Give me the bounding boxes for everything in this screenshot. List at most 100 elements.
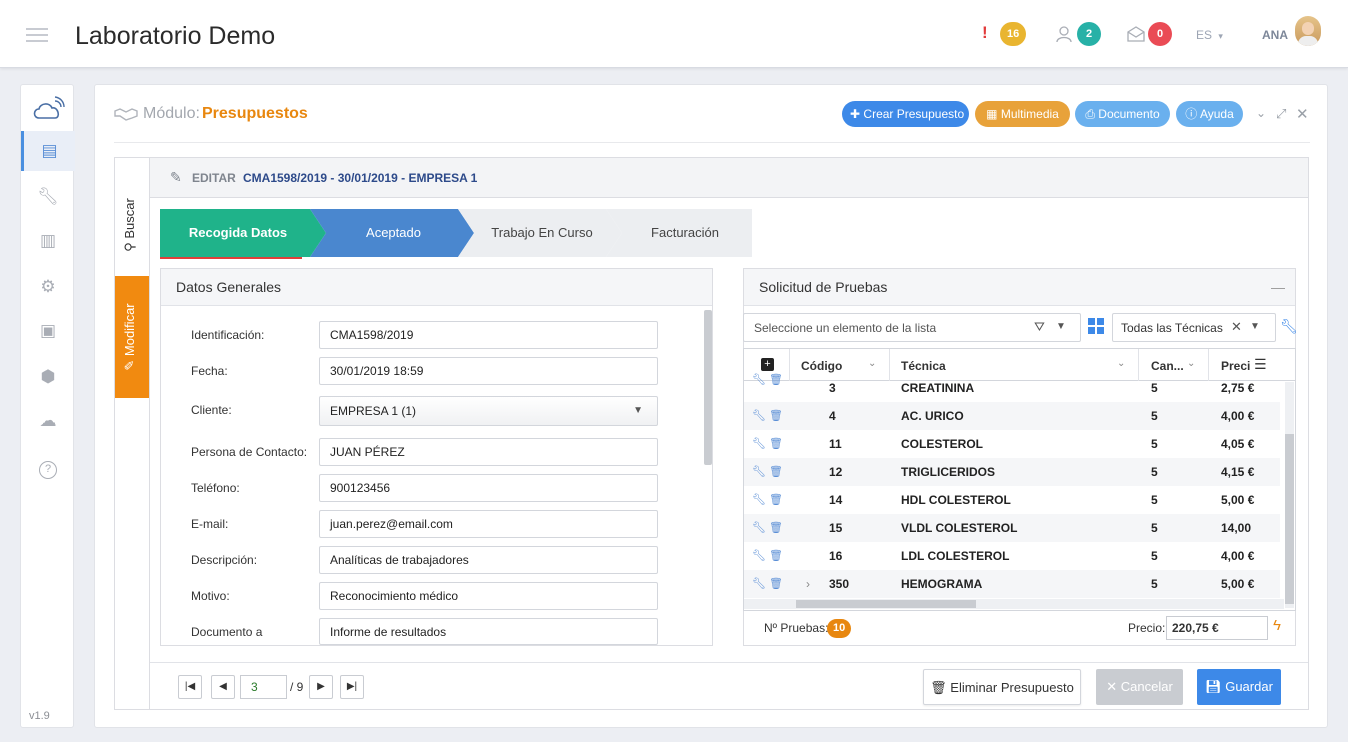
- newspaper-icon[interactable]: ▤: [21, 131, 75, 171]
- phone-field[interactable]: 900123456: [319, 474, 658, 502]
- alert-icon[interactable]: !: [982, 23, 988, 43]
- delete-budget-button[interactable]: 🗑 Eliminar Presupuesto: [923, 669, 1081, 705]
- description-field[interactable]: Analíticas de trabajadores: [319, 546, 658, 574]
- table-scrollbar[interactable]: [1285, 434, 1294, 604]
- bar-chart-icon[interactable]: ▥: [21, 221, 75, 261]
- calendar-check-icon[interactable]: ▣: [21, 311, 75, 351]
- tab-search[interactable]: ⚲ Buscar: [115, 180, 149, 270]
- last-page-button[interactable]: ▶|: [340, 675, 364, 699]
- page-total: / 9: [290, 680, 304, 694]
- identification-field[interactable]: CMA1598/2019: [319, 321, 658, 349]
- expand-icon[interactable]: ⤢: [1276, 106, 1286, 122]
- envelope-open-icon[interactable]: [1126, 25, 1146, 43]
- users-icon[interactable]: [1055, 25, 1075, 43]
- cancel-button[interactable]: ✕ Cancelar: [1096, 669, 1183, 705]
- record-title: CMA1598/2019 - 30/01/2019 - EMPRESA 1: [243, 171, 478, 185]
- column-code[interactable]: Código: [801, 359, 842, 373]
- table-row[interactable]: 🔧︎ 🗑 15 VLDL COLESTEROL 5 14,00: [744, 514, 1280, 542]
- avatar[interactable]: [1295, 16, 1321, 46]
- cube-icon[interactable]: ⬢: [21, 357, 75, 397]
- email-field[interactable]: juan.perez@email.com: [319, 510, 658, 538]
- step-accepted[interactable]: Aceptado: [316, 209, 471, 257]
- expand-row-icon[interactable]: ›: [806, 570, 810, 598]
- scrollbar[interactable]: [704, 310, 712, 465]
- column-price[interactable]: Preci: [1221, 359, 1250, 373]
- panel-title: Solicitud de Pruebas —: [744, 269, 1295, 306]
- cloud-icon[interactable]: [21, 89, 75, 129]
- total-price-field[interactable]: 220,75 €: [1166, 616, 1268, 640]
- row-actions: 🔧︎ 🗑: [752, 374, 783, 386]
- user-name[interactable]: ANA: [1262, 28, 1288, 42]
- field-label: Persona de Contacto:: [191, 445, 308, 459]
- technique-filter[interactable]: Todas las Técnicas ✕ ▼: [1112, 313, 1276, 342]
- step-billing[interactable]: Facturación: [612, 209, 758, 257]
- date-field[interactable]: 30/01/2019 18:59: [319, 357, 658, 385]
- version-label: v1.9: [29, 710, 50, 722]
- table-hscrollbar[interactable]: [796, 600, 976, 608]
- table-row[interactable]: 🔧︎ 🗑 11 COLESTEROL 5 4,05 €: [744, 430, 1280, 458]
- users-badge[interactable]: 2: [1077, 22, 1101, 46]
- create-budget-button[interactable]: ✚ Crear Presupuesto: [842, 101, 969, 127]
- first-page-button[interactable]: |◀: [178, 675, 202, 699]
- contact-person-field[interactable]: JUAN PÉREZ: [319, 438, 658, 466]
- minimize-icon[interactable]: —: [1271, 269, 1285, 306]
- step-collect-data[interactable]: Recogida Datos: [160, 209, 316, 257]
- film-icon: ▦: [986, 107, 998, 121]
- multimedia-button[interactable]: ▦ Multimedia: [975, 101, 1070, 127]
- chevron-down-icon[interactable]: ⌄: [868, 358, 876, 369]
- tab-modify[interactable]: ✎ Modificar: [115, 276, 149, 398]
- table-row[interactable]: 🔧︎ 🗑 › 350 HEMOGRAMA 5 5,00 €: [744, 570, 1280, 598]
- plus-icon: ✚: [850, 107, 861, 121]
- trash-icon: 🗑: [930, 680, 947, 695]
- divider: [114, 142, 1310, 143]
- columns-menu-icon[interactable]: ☰: [1254, 356, 1267, 373]
- language-selector[interactable]: ES ▾: [1196, 28, 1223, 42]
- gear-icon[interactable]: ⚙: [21, 267, 75, 307]
- table-row[interactable]: 🔧︎ 🗑 3 CREATININA 5 2,75 €: [744, 374, 1280, 402]
- table-row[interactable]: 🔧︎ 🗑 14 HDL COLESTEROL 5 5,00 €: [744, 486, 1280, 514]
- close-icon[interactable]: ✕: [1296, 105, 1309, 123]
- table-row[interactable]: 🔧︎ 🗑 16 LDL COLESTEROL 5 4,00 €: [744, 542, 1280, 570]
- sidebar: ▤ 🔧︎ ▥ ⚙ ▣ ⬢ ☁ ?: [20, 84, 75, 728]
- reason-field[interactable]: Reconocimiento médico: [319, 582, 658, 610]
- chevron-down-icon[interactable]: ⌄: [1117, 358, 1125, 369]
- tests-count-label: Nº Pruebas:: [764, 621, 829, 635]
- previous-page-button[interactable]: ◀: [211, 675, 235, 699]
- help-button[interactable]: ⓘ Ayuda: [1176, 101, 1243, 127]
- language-label: ES: [1196, 28, 1213, 42]
- row-actions: 🔧︎ 🗑: [752, 494, 783, 506]
- cloud-solid-icon[interactable]: ☁: [21, 401, 75, 441]
- document-button[interactable]: ⎙ Documento: [1075, 101, 1170, 127]
- test-select[interactable]: Seleccione un elemento de la lista ⛛ ▼: [743, 313, 1081, 342]
- collapse-icon[interactable]: ⌄: [1256, 106, 1266, 120]
- help-circle-icon[interactable]: ?: [21, 447, 75, 487]
- wrench-icon[interactable]: 🔧︎: [1280, 318, 1298, 335]
- table-row[interactable]: 🔧︎ 🗑 12 TRIGLICERIDOS 5 4,15 €: [744, 458, 1280, 486]
- table-row[interactable]: 🔧︎ 🗑 4 AC. URICO 5 4,00 €: [744, 402, 1280, 430]
- caret-down-icon: ▼: [1056, 321, 1066, 332]
- divider: [150, 662, 1308, 663]
- step-in-progress[interactable]: Trabajo En Curso: [466, 209, 618, 257]
- chevron-down-icon[interactable]: ⌄: [1187, 358, 1195, 369]
- messages-badge[interactable]: 0: [1148, 22, 1172, 46]
- column-quantity[interactable]: Can...: [1151, 359, 1184, 373]
- clear-icon[interactable]: ✕: [1231, 319, 1242, 335]
- document-to-field[interactable]: Informe de resultados: [319, 618, 658, 645]
- column-technique[interactable]: Técnica: [901, 359, 946, 373]
- page-input[interactable]: 3: [240, 675, 287, 699]
- next-page-button[interactable]: ▶: [309, 675, 333, 699]
- alerts-badge[interactable]: 16: [1000, 22, 1027, 46]
- test-select-placeholder: Seleccione un elemento de la lista: [754, 321, 937, 335]
- hamburger-menu-icon[interactable]: [26, 28, 48, 42]
- field-label: Teléfono:: [191, 481, 240, 495]
- module-prefix: Módulo:: [143, 105, 200, 122]
- edit-header: ✎ EDITAR CMA1598/2019 - 30/01/2019 - EMP…: [150, 158, 1308, 198]
- handshake-icon: [114, 108, 138, 121]
- lightning-icon[interactable]: ϟ: [1273, 617, 1281, 634]
- edit-label: EDITAR: [192, 171, 236, 185]
- client-select[interactable]: EMPRESA 1 (1) ▼: [319, 396, 658, 426]
- grid-view-icon[interactable]: [1088, 318, 1105, 335]
- wrench-icon[interactable]: 🔧︎: [21, 177, 75, 217]
- filter-icon[interactable]: ⛛: [1034, 319, 1045, 335]
- save-button[interactable]: 💾︎ Guardar: [1197, 669, 1281, 705]
